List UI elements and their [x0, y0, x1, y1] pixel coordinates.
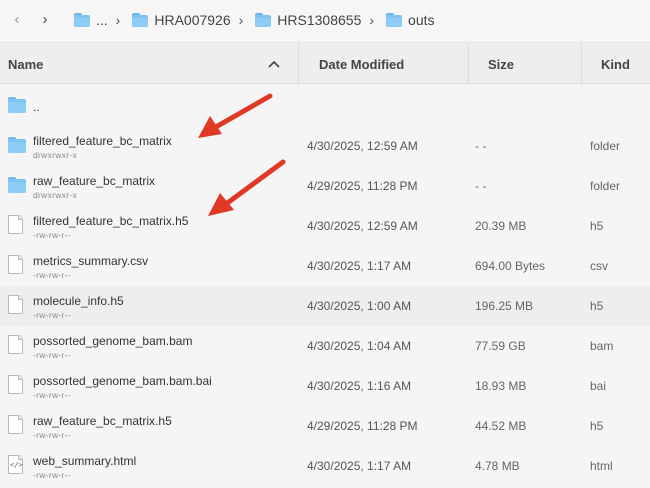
file-kind: bam	[590, 339, 614, 353]
breadcrumb-label: HRA007926	[154, 12, 231, 28]
list-item[interactable]: raw_feature_bc_matrix drwxrwxr-x 4/29/20…	[0, 166, 650, 206]
list-item[interactable]: possorted_genome_bam.bam.bai -rw-rw-r-- …	[0, 366, 650, 406]
folder-icon	[8, 95, 26, 115]
file-size: 694.00 Bytes	[475, 259, 546, 273]
file-date: 4/29/2025, 11:28 PM	[307, 419, 418, 433]
chevron-right-icon: ›	[369, 12, 375, 28]
file-name: ..	[33, 100, 40, 114]
list-item-parent[interactable]: ..	[0, 86, 650, 126]
file-kind: folder	[590, 179, 621, 193]
file-name: metrics_summary.csv	[33, 254, 149, 268]
column-header-date[interactable]: Date Modified	[319, 43, 404, 85]
file-icon	[8, 415, 26, 435]
file-kind: folder	[590, 139, 621, 153]
column-header-date-label: Date Modified	[319, 56, 405, 72]
file-list: .. filtered_feature_bc_matrix drwxrwxr-x…	[0, 86, 650, 486]
file-size: - -	[475, 139, 487, 153]
list-item[interactable]: filtered_feature_bc_matrix.h5 -rw-rw-r--…	[0, 206, 650, 246]
column-divider[interactable]	[581, 43, 582, 85]
column-header-row: Name Date Modified Size Kind	[0, 42, 650, 85]
breadcrumb-bar: ‹ › ... › HRA007926 › HRS1308655 › outs	[0, 0, 650, 40]
breadcrumb-ellipsis-label: ...	[96, 12, 108, 28]
file-permissions: -rw-rw-r--	[33, 230, 71, 240]
breadcrumb-item-hra[interactable]: HRA007926	[132, 12, 231, 28]
file-icon	[8, 295, 26, 315]
file-date: 4/30/2025, 12:59 AM	[307, 219, 418, 233]
file-name: possorted_genome_bam.bam.bai	[33, 374, 212, 388]
html-file-icon: </>	[8, 455, 26, 475]
file-permissions: drwxrwxr-x	[33, 190, 78, 200]
column-header-name[interactable]: Name	[8, 43, 43, 85]
file-name: web_summary.html	[33, 454, 137, 468]
file-permissions: drwxrwxr-x	[33, 150, 78, 160]
sort-ascending-icon[interactable]	[268, 43, 280, 85]
file-date: 4/29/2025, 11:28 PM	[307, 179, 418, 193]
file-icon	[8, 215, 26, 235]
file-kind: h5	[590, 219, 604, 233]
folder-icon	[386, 13, 403, 27]
folder-icon	[8, 135, 26, 155]
file-permissions: -rw-rw-r--	[33, 470, 71, 480]
list-item[interactable]: molecule_info.h5 -rw-rw-r-- 4/30/2025, 1…	[0, 286, 650, 326]
folder-icon	[8, 175, 26, 195]
column-divider[interactable]	[468, 43, 469, 85]
column-header-kind-label: Kind	[601, 56, 630, 72]
file-permissions: -rw-rw-r--	[33, 350, 71, 360]
file-size: 18.93 MB	[475, 379, 527, 393]
file-name: raw_feature_bc_matrix	[33, 174, 156, 188]
file-permissions: -rw-rw-r--	[33, 390, 71, 400]
file-size: 20.39 MB	[475, 219, 527, 233]
file-date: 4/30/2025, 1:00 AM	[307, 299, 412, 313]
file-name: molecule_info.h5	[33, 294, 124, 308]
file-icon	[8, 255, 26, 275]
folder-icon	[255, 13, 272, 27]
back-chevron-icon[interactable]: ‹	[6, 8, 28, 30]
list-item[interactable]: filtered_feature_bc_matrix drwxrwxr-x 4/…	[0, 126, 650, 166]
file-size: 4.78 MB	[475, 459, 520, 473]
breadcrumb-item-hrs[interactable]: HRS1308655	[255, 12, 361, 28]
breadcrumb-ellipsis[interactable]: ...	[74, 12, 108, 28]
file-permissions: -rw-rw-r--	[33, 430, 71, 440]
file-date: 4/30/2025, 1:04 AM	[307, 339, 412, 353]
file-name: filtered_feature_bc_matrix.h5	[33, 214, 189, 228]
breadcrumb-item-outs[interactable]: outs	[386, 12, 435, 28]
file-permissions: -rw-rw-r--	[33, 270, 71, 280]
forward-chevron-icon[interactable]: ›	[34, 8, 56, 30]
list-item[interactable]: raw_feature_bc_matrix.h5 -rw-rw-r-- 4/29…	[0, 406, 650, 446]
file-kind: html	[590, 459, 613, 473]
breadcrumb-label: HRS1308655	[277, 12, 362, 28]
column-header-kind[interactable]: Kind	[601, 43, 630, 85]
file-kind: h5	[590, 419, 604, 433]
file-size: 196.25 MB	[475, 299, 534, 313]
file-permissions: -rw-rw-r--	[33, 310, 71, 320]
breadcrumb: ... › HRA007926 › HRS1308655 › outs	[74, 0, 435, 40]
folder-icon	[132, 13, 149, 27]
file-kind: csv	[590, 259, 608, 273]
chevron-right-icon: ›	[115, 12, 121, 28]
list-item[interactable]: metrics_summary.csv -rw-rw-r-- 4/30/2025…	[0, 246, 650, 286]
list-item[interactable]: possorted_genome_bam.bam -rw-rw-r-- 4/30…	[0, 326, 650, 366]
file-name: raw_feature_bc_matrix.h5	[33, 414, 172, 428]
column-header-name-label: Name	[8, 56, 44, 72]
file-kind: h5	[590, 299, 604, 313]
chevron-right-icon: ›	[238, 12, 244, 28]
file-size: - -	[475, 179, 487, 193]
file-size: 77.59 GB	[475, 339, 526, 353]
file-icon	[8, 335, 26, 355]
file-name: filtered_feature_bc_matrix	[33, 134, 172, 148]
file-size: 44.52 MB	[475, 419, 527, 433]
column-header-size-label: Size	[488, 56, 515, 72]
list-item[interactable]: </> web_summary.html -rw-rw-r-- 4/30/202…	[0, 446, 650, 486]
column-divider[interactable]	[298, 43, 299, 85]
breadcrumb-label: outs	[408, 12, 435, 28]
file-name: possorted_genome_bam.bam	[33, 334, 193, 348]
file-date: 4/30/2025, 1:16 AM	[307, 379, 412, 393]
file-icon	[8, 375, 26, 395]
column-header-size[interactable]: Size	[488, 43, 514, 85]
folder-icon	[74, 13, 90, 27]
file-date: 4/30/2025, 12:59 AM	[307, 139, 418, 153]
file-date: 4/30/2025, 1:17 AM	[307, 259, 412, 273]
file-kind: bai	[590, 379, 607, 393]
file-date: 4/30/2025, 1:17 AM	[307, 459, 412, 473]
